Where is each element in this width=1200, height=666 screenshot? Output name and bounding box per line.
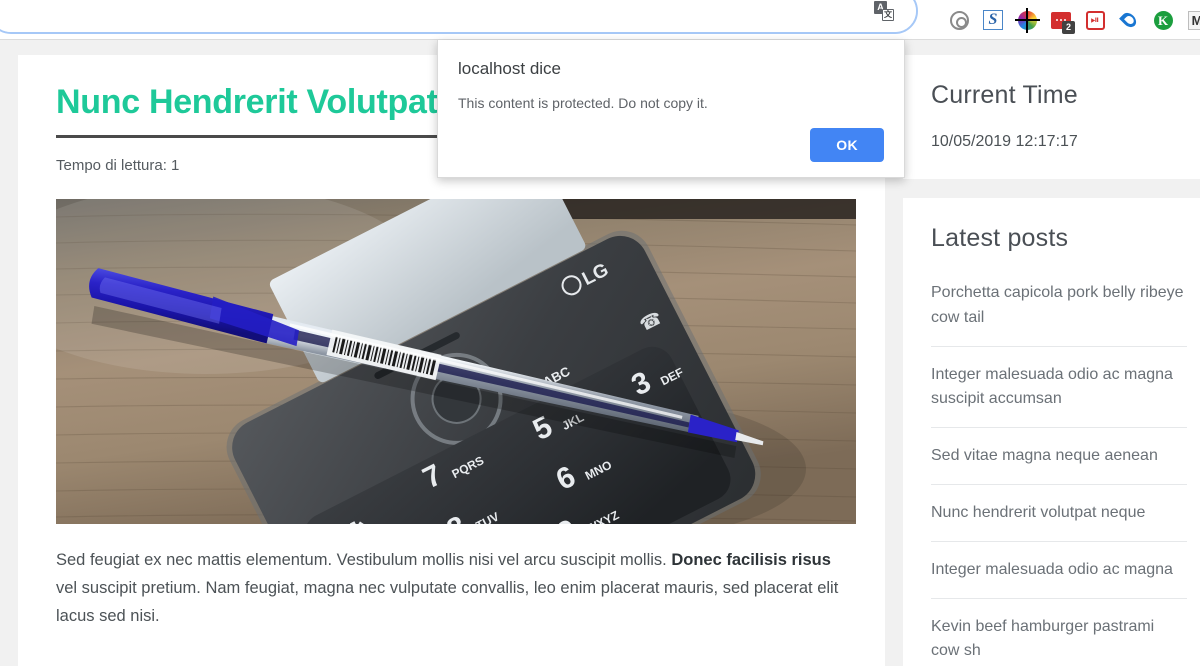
extension-toolbar: S 2 ⏯ K M [948,0,1200,40]
list-item[interactable]: Kevin beef hamburger pastrami cow sh [931,597,1187,666]
post-featured-image: ✱ 7PQRS 5JKL 3DEF 8TUV 6MNO 0+ 9WXYZ # A… [56,198,856,524]
dialog-origin-label: localhost dice [458,59,562,78]
address-bar[interactable]: A 文 [0,0,918,34]
s-logo-icon[interactable]: S [982,9,1004,31]
dialog-message-text: This content is protected. Do not copy i… [458,95,708,111]
color-wheel-icon[interactable] [1014,7,1040,33]
dialog-actions: OK [458,128,884,162]
javascript-alert-dialog: localhost dice This content is protected… [437,40,905,178]
red-note-icon[interactable]: 2 [1050,9,1075,34]
translate-icon[interactable]: A 文 [874,1,894,21]
list-item[interactable]: Nunc hendrerit volutpat neque [931,483,1187,541]
fast-forward-icon[interactable]: ⏯ [1084,9,1106,31]
dialog-ok-button[interactable]: OK [810,128,884,162]
current-time-value: 10/05/2019 12:17:17 [931,133,1078,150]
k-green-letter: K [1153,10,1173,30]
water-drop-icon[interactable] [1118,9,1140,31]
current-time-widget: Current Time 10/05/2019 12:17:17 [903,55,1200,179]
sidebar: Current Time 10/05/2019 12:17:17 Latest … [903,55,1200,666]
browser-toolbar: A 文 S 2 ⏯ K M [0,0,1200,40]
address-bar-input[interactable]: A 文 [0,0,916,32]
post-body-text: Sed feugiat ex nec mattis elementum. Ves… [56,546,847,631]
latest-posts-widget: Latest posts Porchetta capicola pork bel… [903,198,1200,666]
red-note-badge: 2 [1062,20,1075,34]
post-body-part1: Sed feugiat ex nec mattis elementum. Ves… [56,550,672,569]
refresh-circle-icon[interactable] [948,9,970,31]
phone-and-pen-photo: ✱ 7PQRS 5JKL 3DEF 8TUV 6MNO 0+ 9WXYZ # A… [56,198,856,524]
current-time-title: Current Time [931,81,1078,109]
list-item[interactable]: Integer malesuada odio ac magna [931,540,1187,598]
list-item[interactable]: Integer malesuada odio ac magna suscipit… [931,345,1187,428]
s-logo-letter: S [983,10,1003,30]
translate-icon-cjk: 文 [882,9,894,21]
list-item[interactable]: Porchetta capicola pork belly ribeye cow… [931,261,1187,346]
m-dark-icon[interactable]: M [1186,9,1200,31]
list-item[interactable]: Sed vitae magna neque aenean [931,427,1187,484]
post-body-part2: vel suscipit pretium. Nam feugiat, magna… [56,578,839,626]
m-dark-letter: M [1187,10,1200,30]
latest-posts-title: Latest posts [931,224,1069,252]
post-body-bold: Donec facilisis risus [671,550,831,569]
k-green-icon[interactable]: K [1152,9,1174,31]
